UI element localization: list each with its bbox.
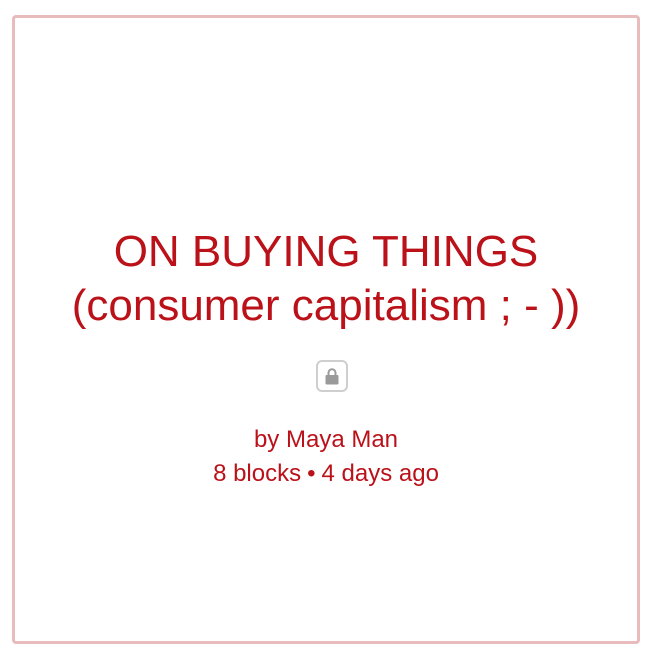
block-count: 8 blocks: [213, 460, 302, 487]
channel-card[interactable]: ON BUYING THINGS (consumer capitalism ; …: [12, 15, 640, 644]
channel-stats: 8 blocks • 4 days ago: [15, 458, 637, 490]
separator-dot: •: [307, 460, 316, 487]
lock-icon: [325, 368, 339, 385]
channel-title: ON BUYING THINGS (consumer capitalism ; …: [15, 225, 637, 333]
author-prefix: by: [253, 426, 280, 453]
private-badge: [316, 360, 348, 392]
updated-time: 4 days ago: [321, 460, 439, 487]
channel-author: by Maya Man: [15, 424, 637, 456]
channel-title-line-1: ON BUYING THINGS: [113, 227, 539, 276]
author-name-link[interactable]: Maya Man: [286, 426, 398, 453]
channel-title-line-2: (consumer capitalism ; - )): [71, 281, 581, 330]
